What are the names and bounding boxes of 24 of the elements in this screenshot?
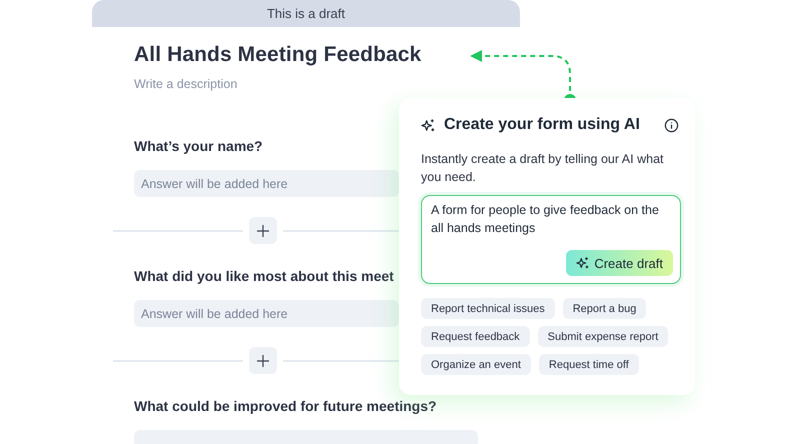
plus-icon (257, 224, 269, 236)
question-label: What did you like most about this meet (134, 268, 394, 284)
question-label: What could be improved for future meetings? (134, 398, 437, 414)
suggestion-chip[interactable]: Request time off (538, 354, 639, 375)
answer-field: Answer will be added here (134, 170, 399, 197)
add-question-button[interactable] (249, 217, 277, 244)
sparkle-icon (421, 118, 436, 132)
suggestion-chip[interactable]: Report technical issues (421, 298, 555, 319)
panel-description: Instantly create a draft by telling our AI what you need. (421, 151, 664, 186)
question-label: What’s your name? (134, 138, 263, 154)
prompt-field[interactable]: A form for people to give feedback on the all hands meetings Create draft (421, 195, 681, 284)
sparkle-icon (576, 256, 590, 270)
draft-banner: This is a draft (92, 0, 520, 27)
suggestion-chip[interactable]: Report a bug (562, 298, 646, 319)
create-draft-button[interactable]: Create draft (566, 250, 673, 276)
panel-title: Create your form using AI (444, 116, 641, 134)
suggestion-chip[interactable]: Submit expense report (538, 326, 668, 347)
suggestion-chip[interactable]: Request feedback (421, 326, 530, 347)
add-question-button[interactable] (249, 347, 277, 374)
suggestion-chip[interactable]: Organize an event (421, 354, 531, 375)
form-title[interactable]: All Hands Meeting Feedback (134, 43, 520, 67)
info-icon[interactable] (664, 118, 679, 132)
plus-icon (257, 354, 269, 366)
answer-field: Answer will be added here (134, 300, 399, 327)
